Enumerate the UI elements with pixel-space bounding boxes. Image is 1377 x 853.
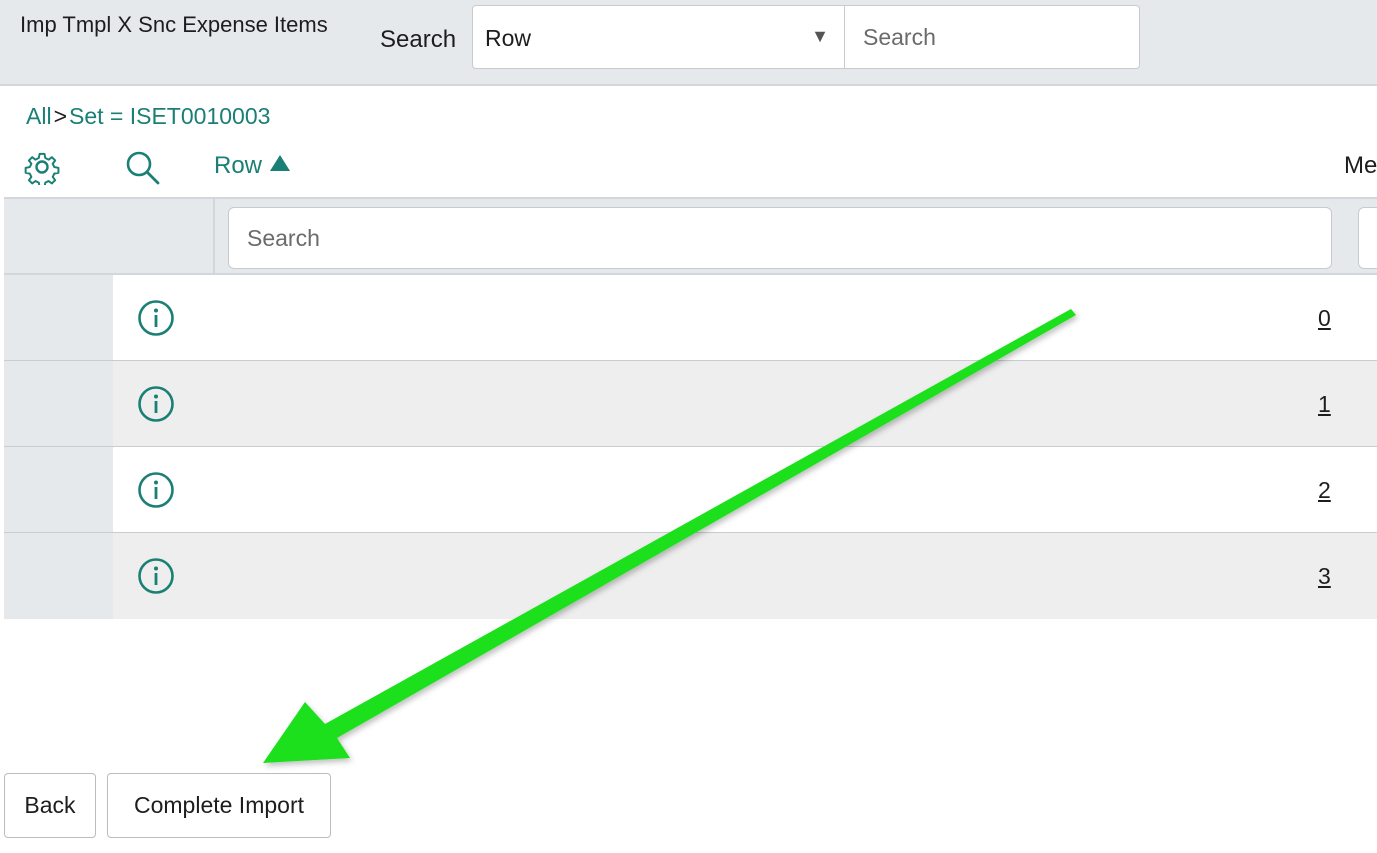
info-icon[interactable]: [137, 471, 175, 509]
row-select-cell[interactable]: [4, 447, 113, 532]
search-field-value: Row: [485, 25, 532, 51]
info-icon[interactable]: [137, 299, 175, 337]
table-row: 1: [4, 361, 1377, 447]
caret-down-icon: ▼: [811, 26, 829, 46]
table-row: 2: [4, 447, 1377, 533]
search-field-select[interactable]: Row ▼: [472, 5, 846, 69]
column-header-row[interactable]: Row: [214, 152, 291, 180]
info-icon[interactable]: [137, 557, 175, 595]
mes-column-search-input[interactable]: [1358, 207, 1377, 269]
row-number-link[interactable]: 2: [1318, 477, 1331, 504]
page-title: Imp Tmpl X Snc Expense Items: [20, 12, 328, 37]
breadcrumb-separator: >: [53, 103, 67, 129]
row-number-link[interactable]: 1: [1318, 391, 1331, 418]
table-row: 0: [4, 275, 1377, 361]
sort-ascending-icon: [270, 155, 291, 171]
search-icon[interactable]: [124, 149, 162, 187]
column-divider: [213, 199, 215, 275]
column-filter-row: [4, 197, 1377, 275]
table-row: 3: [4, 533, 1377, 619]
breadcrumb: All>Set = ISET0010003: [26, 103, 270, 130]
row-select-cell[interactable]: [4, 533, 113, 619]
row-number-link[interactable]: 3: [1318, 563, 1331, 590]
row-column-search-input[interactable]: [228, 207, 1332, 269]
breadcrumb-all-link[interactable]: All: [26, 103, 52, 129]
back-button[interactable]: Back: [4, 773, 96, 838]
column-header-mes[interactable]: Mes: [1344, 152, 1377, 180]
search-label: Search: [380, 26, 457, 53]
list-header: Imp Tmpl X Snc Expense Items Search Row …: [0, 0, 1377, 86]
gear-icon[interactable]: [24, 149, 60, 185]
column-header-row-label: Row: [214, 152, 263, 179]
row-select-cell[interactable]: [4, 275, 113, 360]
row-select-cell[interactable]: [4, 361, 113, 446]
complete-import-button[interactable]: Complete Import: [107, 773, 331, 838]
search-input[interactable]: [844, 5, 1140, 69]
row-number-link[interactable]: 0: [1318, 305, 1331, 332]
table-body: 0 1 2 3: [4, 275, 1377, 619]
breadcrumb-filter-link[interactable]: Set = ISET0010003: [69, 103, 270, 129]
info-icon[interactable]: [137, 385, 175, 423]
